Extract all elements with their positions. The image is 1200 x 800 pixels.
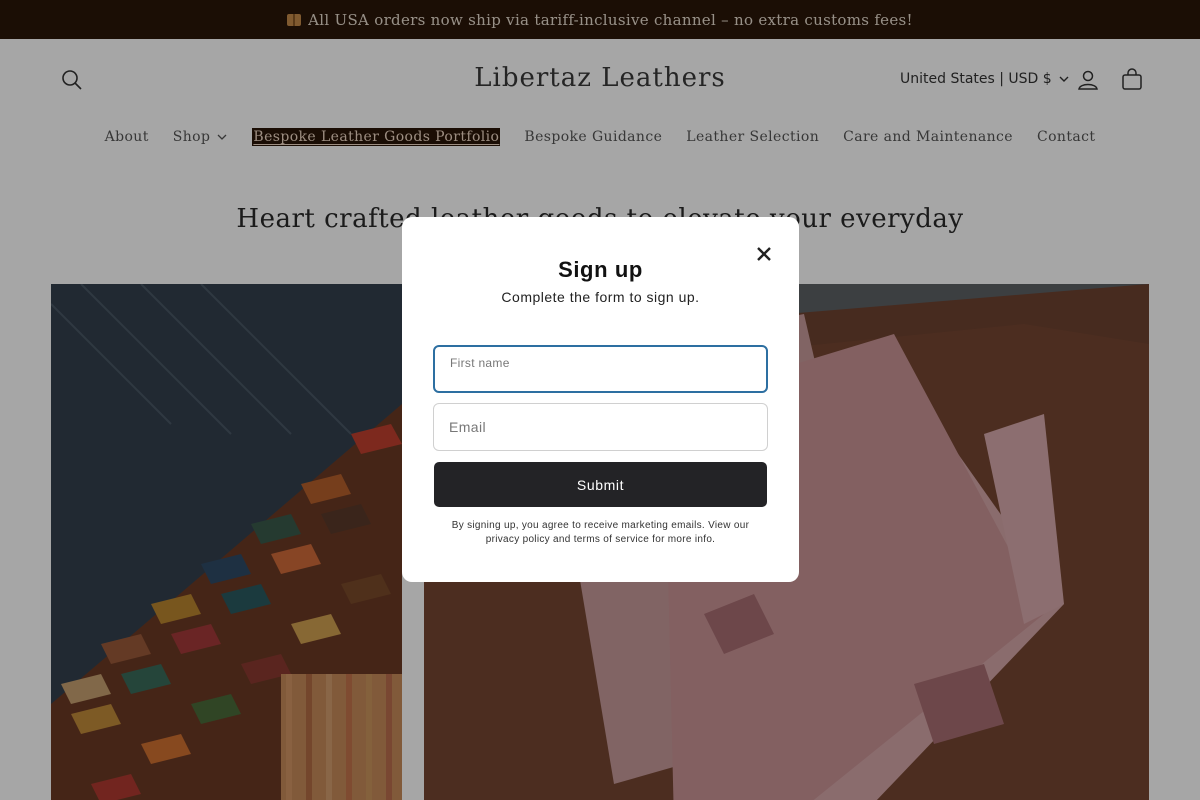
signup-modal: Sign up Complete the form to sign up. Fi… xyxy=(402,217,799,582)
first-name-label: First name xyxy=(450,356,510,370)
signup-disclaimer: By signing up, you agree to receive mark… xyxy=(451,520,750,545)
first-name-field[interactable]: First name xyxy=(433,345,768,393)
modal-title: Sign up xyxy=(558,257,643,282)
email-field[interactable]: Email xyxy=(433,403,768,451)
email-placeholder: Email xyxy=(449,419,487,435)
submit-button[interactable]: Submit xyxy=(434,462,767,507)
close-icon[interactable] xyxy=(754,244,774,264)
modal-subtitle: Complete the form to sign up. xyxy=(501,289,700,305)
